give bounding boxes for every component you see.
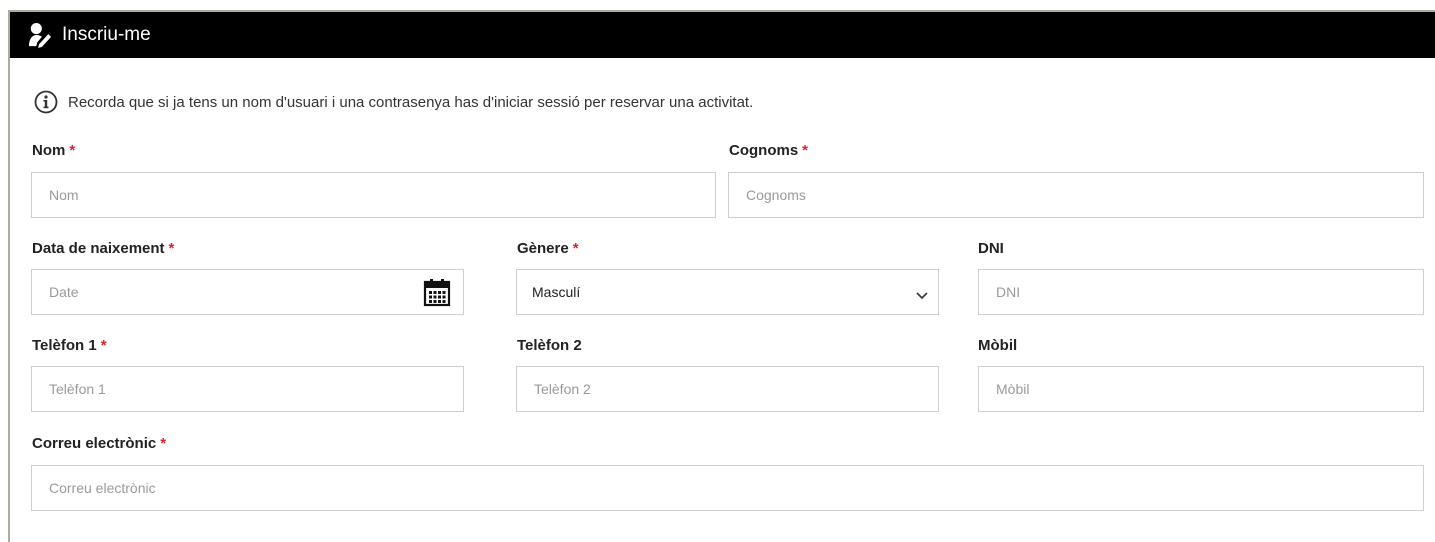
dni-field[interactable] (978, 269, 1424, 315)
mobil-input[interactable] (994, 380, 1423, 398)
info-message: Recorda que si ja tens un nom d'usuari i… (34, 90, 753, 114)
section-header: Inscriu-me (10, 12, 1435, 58)
data-naixement-input[interactable] (47, 283, 463, 301)
telefon2-label: Telèfon 2 (517, 337, 582, 354)
mobil-field[interactable] (978, 366, 1424, 412)
telefon1-label: Telèfon 1 * (32, 337, 107, 354)
telefon2-field[interactable] (516, 366, 939, 412)
telefon1-field[interactable] (31, 366, 464, 412)
cognoms-field[interactable] (728, 172, 1424, 218)
data-naixement-label: Data de naixement * (32, 240, 175, 257)
genere-select[interactable]: Masculí (516, 269, 939, 315)
calendar-icon[interactable] (423, 277, 451, 307)
info-circle-icon (34, 90, 58, 114)
genere-selected-value: Masculí (532, 284, 581, 300)
correu-field[interactable] (31, 465, 1424, 511)
nom-input[interactable] (47, 186, 715, 204)
correu-label: Correu electrònic * (32, 435, 167, 452)
mobil-label: Mòbil (978, 337, 1018, 354)
data-naixement-field[interactable] (31, 269, 464, 315)
dni-label: DNI (978, 240, 1004, 257)
dni-input[interactable] (994, 283, 1423, 301)
genere-label: Gènere * (517, 240, 579, 257)
nom-label: Nom * (32, 142, 76, 159)
cognoms-label: Cognoms * (729, 142, 809, 159)
info-text: Recorda que si ja tens un nom d'usuari i… (68, 93, 754, 111)
cognoms-input[interactable] (744, 186, 1423, 204)
user-edit-icon (28, 21, 52, 49)
nom-field[interactable] (31, 172, 716, 218)
section-title: Inscriu-me (62, 24, 151, 45)
telefon1-input[interactable] (47, 380, 463, 398)
correu-input[interactable] (47, 479, 1423, 497)
chevron-down-icon[interactable] (916, 288, 928, 300)
telefon2-input[interactable] (532, 380, 938, 398)
